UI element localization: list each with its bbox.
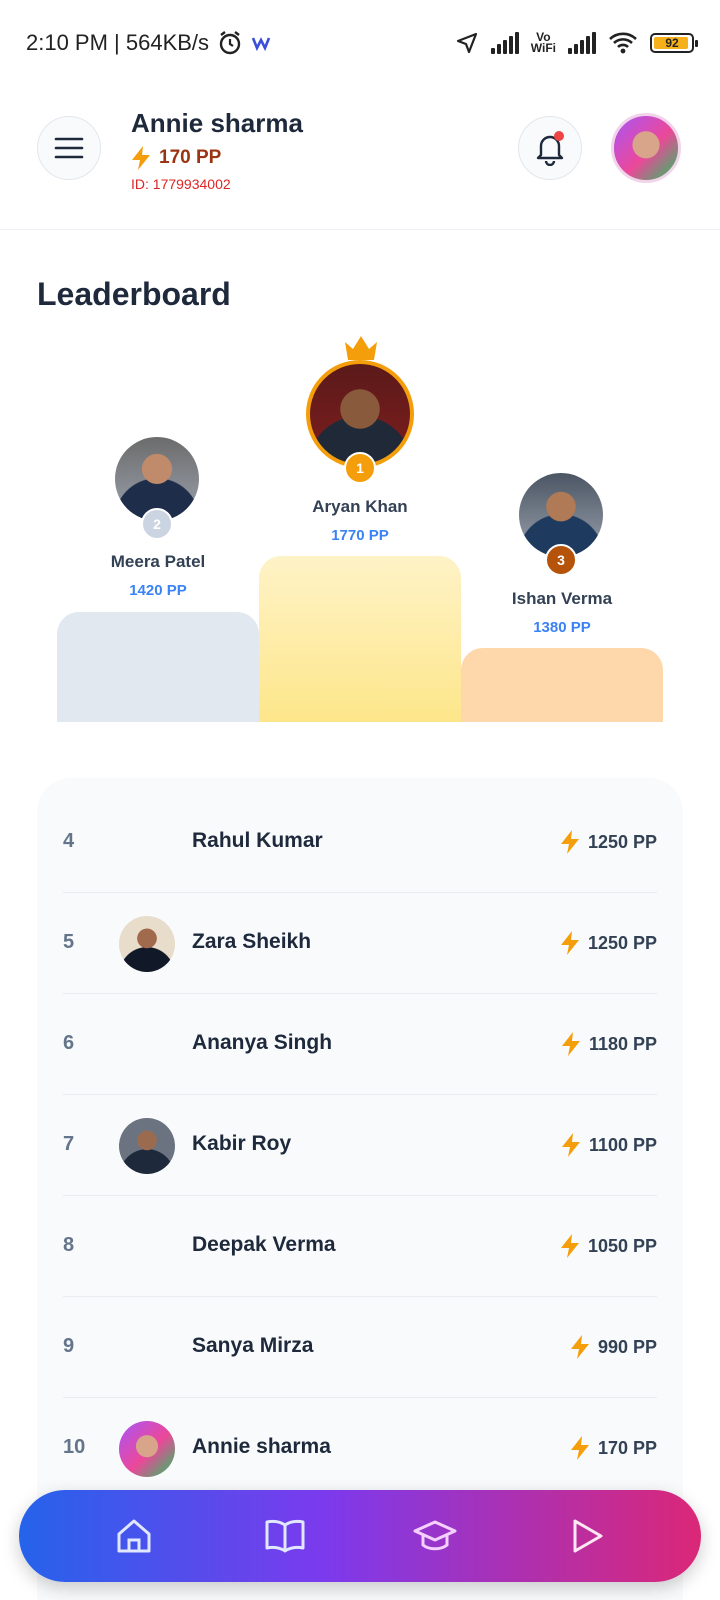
list-item[interactable]: 5 Zara Sheikh 1250 PP [63,893,657,994]
menu-icon [54,137,84,159]
play-icon [573,1519,603,1553]
list-name: Deepak Verma [192,1233,336,1256]
battery-icon: 92 [650,33,698,53]
lightning-icon [132,146,150,170]
user-points: 170 PP [131,146,221,170]
vowifi-label: Vo WiFi [530,30,556,55]
list-points: 1180 PP [561,1032,657,1056]
podium-name-second: Meera Patel [110,552,206,571]
rank-badge-first: 1 [344,452,376,484]
lightning-icon [561,1133,580,1157]
home-icon [117,1519,151,1553]
list-name: Annie sharma [192,1435,331,1458]
podium-block-third [461,648,663,722]
lightning-icon [561,1032,580,1056]
nav-home[interactable] [104,1506,164,1566]
profile-avatar[interactable] [611,113,681,183]
status-right: Vo WiFi 92 [455,30,698,55]
page-title: Leaderboard [37,276,231,312]
list-name: Zara Sheikh [192,930,312,953]
podium-points-first: 1770 PP [331,527,389,544]
crown-icon [345,336,377,360]
list-item[interactable]: 8 Deepak Verma 1050 PP [63,1196,657,1297]
list-item[interactable]: 6 Ananya Singh 1180 PP [63,994,657,1095]
podium-block-first [259,556,461,722]
list-points: 1250 PP [560,830,657,854]
signal-icon-2 [568,32,596,54]
avatar [119,916,175,972]
nav-learning[interactable] [405,1506,465,1566]
nav-courses[interactable] [255,1506,315,1566]
status-bar: 2:10 PM | 564KB/s Vo WiFi 92 [0,0,720,86]
location-icon [456,32,477,54]
user-points-value: 170 PP [159,147,222,168]
menu-button[interactable] [37,116,101,180]
wifi-icon [609,32,637,54]
app-header: Annie sharma 170 PP ID: 1779934002 [0,100,720,230]
list-name: Ananya Singh [192,1031,333,1054]
podium-name-third: Ishan Verma [511,589,613,608]
signal-icon [490,32,519,54]
list-name: Rahul Kumar [192,829,323,852]
list-rank: 9 [63,1335,75,1357]
podium-block-second [57,612,259,722]
status-left: 2:10 PM | 564KB/s [26,30,271,56]
app-notification-icon [251,37,271,51]
list-points: 170 PP [570,1436,657,1460]
battery-level: 92 [665,36,679,50]
alarm-icon [219,31,241,55]
bell-icon [536,131,564,166]
rank-badge-second: 2 [141,508,173,540]
list-points: 990 PP [570,1335,657,1359]
list-item[interactable]: 7 Kabir Roy 1100 PP [63,1095,657,1196]
lightning-icon [560,1234,579,1258]
avatar [119,1118,175,1174]
podium-points-second: 1420 PP [129,582,187,599]
list-name: Sanya Mirza [192,1334,314,1357]
avatar [119,1421,175,1477]
lightning-icon [570,1436,589,1460]
lightning-icon [570,1335,589,1359]
list-item[interactable]: 4 Rahul Kumar 1250 PP [63,792,657,893]
leaderboard-list: 4 Rahul Kumar 1250 PP 5 Zara Sheikh 1250… [37,778,683,1600]
list-rank: 7 [63,1133,75,1155]
user-name: Annie sharma [131,108,303,138]
nav-videos[interactable] [556,1506,616,1566]
list-name: Kabir Roy [192,1132,292,1155]
list-rank: 5 [63,931,75,953]
user-id: ID: 1779934002 [131,176,231,192]
bottom-nav [19,1490,701,1582]
rank-badge-third: 3 [545,544,577,576]
list-points: 1100 PP [561,1133,657,1157]
lightning-icon [560,931,579,955]
podium-points-third: 1380 PP [533,619,591,636]
status-time-speed: 2:10 PM | 564KB/s [26,30,210,55]
list-rank: 8 [63,1234,75,1256]
list-points: 1050 PP [560,1234,657,1258]
list-rank: 6 [63,1032,75,1054]
book-icon [265,1519,305,1553]
podium-name-first: Aryan Khan [312,497,408,516]
graduation-cap-icon [413,1520,457,1551]
lightning-icon [560,830,579,854]
list-item-current-user[interactable]: 10 Annie sharma 170 PP [63,1398,657,1499]
list-rank: 10 [63,1436,86,1458]
list-points: 1250 PP [560,931,657,955]
list-item[interactable]: 9 Sanya Mirza 990 PP [63,1297,657,1398]
list-rank: 4 [63,830,75,852]
notification-button[interactable] [518,116,582,180]
